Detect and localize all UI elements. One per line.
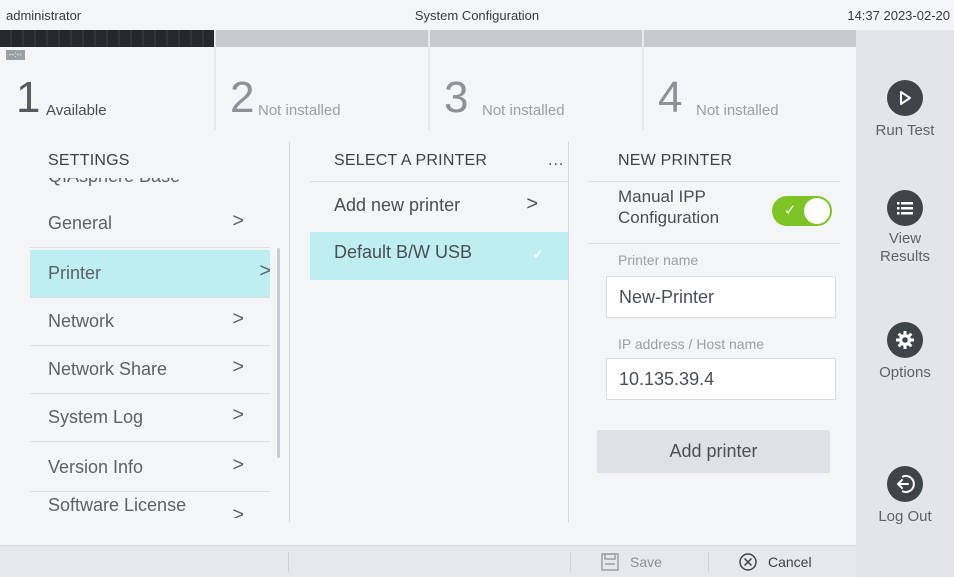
settings-item-label: Software License Agreement (48, 495, 187, 518)
play-icon (887, 80, 923, 116)
slot-progress-bar (430, 30, 642, 47)
settings-item-label: Network Share (48, 359, 168, 379)
slot-status: Not installed (258, 102, 341, 119)
cancel-icon (739, 553, 757, 571)
ip-address-input[interactable] (607, 359, 835, 399)
log-out-label: Log Out (878, 508, 932, 525)
options-button[interactable]: Options (856, 322, 954, 382)
right-nav-rail: Run Test View Results Options Log Out (856, 30, 954, 577)
slot-number: 3 (444, 73, 469, 122)
printer-name-input[interactable] (607, 277, 835, 317)
settings-scrollbar[interactable] (277, 248, 280, 458)
manual-ipp-label: Manual IPP Configuration (618, 187, 720, 227)
settings-item-label: Printer (48, 263, 102, 283)
chevron-right-icon: > (232, 356, 244, 378)
slot-progress-bar (0, 30, 214, 47)
select-printer-header: SELECT A PRINTER (334, 152, 488, 169)
page-title: System Configuration (414, 8, 540, 23)
settings-item-network-share[interactable]: Network Share > (30, 346, 270, 394)
settings-item-label: QIAsphere Base (48, 178, 180, 187)
clock: 14:37 2023-02-20 (847, 8, 950, 23)
add-printer-button[interactable]: Add printer (597, 430, 830, 473)
module-slot-3[interactable]: 3 Not installed (430, 30, 644, 130)
settings-item-printer[interactable]: Printer > (30, 250, 270, 298)
settings-item-system-log[interactable]: System Log > (30, 394, 270, 442)
run-test-button[interactable]: Run Test (856, 80, 954, 140)
manual-ipp-toggle[interactable]: ✓ (772, 196, 832, 226)
module-slots: --:-- 1 Available 2 Not installed 3 Not … (0, 30, 856, 138)
main-panel: SETTINGS QIAsphere Base General > Printe… (0, 130, 856, 545)
settings-item-software-license[interactable]: Software License Agreement > (30, 492, 244, 518)
slot-progress-bar (644, 30, 856, 47)
save-icon (601, 553, 619, 571)
log-out-button[interactable]: Log Out (856, 466, 954, 526)
settings-header: SETTINGS (48, 152, 130, 169)
view-results-label: View Results (879, 230, 931, 265)
top-status-bar: administrator System Configuration 14:37… (0, 0, 954, 30)
slot-number: 1 (16, 73, 41, 122)
printer-name-label: Printer name (618, 252, 699, 268)
bottom-action-bar: Save Cancel (0, 545, 856, 577)
settings-list: QIAsphere Base General > Printer > Netwo… (30, 178, 270, 518)
toggle-knob (804, 198, 830, 224)
chevron-right-icon: > (232, 210, 244, 232)
options-label: Options (879, 364, 931, 381)
check-icon: ✓ (532, 246, 544, 262)
printer-name-field[interactable] (606, 276, 836, 318)
slot-progress-bar (216, 30, 428, 47)
list-icon (887, 190, 923, 226)
settings-item-label: Network (48, 311, 115, 331)
slot-status: Not installed (482, 102, 565, 119)
app-window: administrator System Configuration 14:37… (0, 0, 954, 577)
chevron-right-icon: > (232, 404, 244, 426)
new-printer-header: NEW PRINTER (618, 152, 733, 169)
cancel-button[interactable]: Cancel (738, 550, 812, 574)
printer-item-label: Default B/W USB (334, 242, 473, 262)
slot-number: 4 (658, 73, 683, 122)
view-results-button[interactable]: View Results (856, 190, 954, 266)
check-icon: ✓ (784, 202, 797, 219)
gear-icon (887, 322, 923, 358)
logout-icon (887, 466, 923, 502)
settings-item-general[interactable]: General > (30, 200, 270, 248)
module-slot-2[interactable]: 2 Not installed (216, 30, 430, 130)
run-test-label: Run Test (875, 122, 935, 139)
ip-address-label: IP address / Host name (618, 336, 765, 352)
module-slot-1[interactable]: --:-- 1 Available (0, 30, 216, 138)
chevron-right-icon: > (526, 193, 538, 215)
settings-item-label: Version Info (48, 457, 144, 477)
settings-item-network[interactable]: Network > (30, 298, 270, 346)
ip-address-field[interactable] (606, 358, 836, 400)
save-button[interactable]: Save (600, 550, 662, 574)
cancel-label: Cancel (768, 554, 812, 570)
printer-item-label: Add new printer (334, 195, 461, 215)
add-new-printer-item[interactable]: Add new printer > (310, 182, 568, 230)
slot-timer: --:-- (6, 50, 25, 60)
settings-item-label: General (48, 213, 113, 233)
chevron-right-icon: > (232, 504, 244, 518)
printer-item-default-bw-usb[interactable]: Default B/W USB ✓ (310, 232, 568, 280)
chevron-right-icon: > (232, 308, 244, 330)
chevron-right-icon: > (259, 260, 270, 282)
slot-status: Not installed (696, 102, 779, 119)
more-options-button[interactable]: ... (548, 152, 564, 170)
settings-item-label: System Log (48, 407, 144, 427)
save-label: Save (630, 554, 662, 570)
slot-status: Available (46, 102, 107, 119)
settings-item-qiasphere[interactable]: QIAsphere Base (30, 178, 270, 188)
chevron-right-icon: > (232, 454, 244, 476)
settings-item-version-info[interactable]: Version Info > (30, 444, 270, 492)
module-slot-4[interactable]: 4 Not installed (644, 30, 856, 130)
slot-number: 2 (230, 73, 255, 122)
